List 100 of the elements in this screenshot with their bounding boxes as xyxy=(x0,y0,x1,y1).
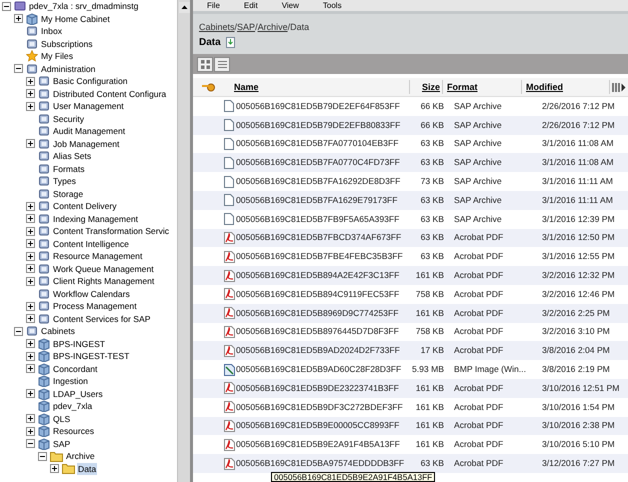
table-row[interactable]: 005056B169C81ED5B7FA16292DE8D3FF 73 KB SAP Archive 3/1/2016 11:11 AM xyxy=(193,172,628,191)
tree-item[interactable]: Work Queue Management xyxy=(52,262,155,275)
table-row[interactable]: 005056B169C81ED5B9E00005CC8993FF 161 KB Acrobat PDF 3/10/2016 2:38 PM xyxy=(193,416,628,436)
expand-toggle[interactable] xyxy=(26,102,35,111)
tree-item[interactable]: pdev_7xla xyxy=(52,400,94,412)
tree-item[interactable]: My Home Cabinet xyxy=(40,12,111,25)
file-name[interactable]: 005056B169C81ED5B9E2A91F4B5A13FF xyxy=(236,439,406,450)
expand-toggle[interactable] xyxy=(26,226,35,236)
table-row[interactable]: 005056B169C81ED5B8969D9C774253FF 161 KB Acrobat PDF 3/2/2016 2:25 PM xyxy=(193,304,628,323)
file-name[interactable]: 005056B169C81ED5B79DE2EFB80833FF xyxy=(236,120,406,131)
expand-toggle[interactable] xyxy=(26,89,35,98)
tree-item[interactable]: Formats xyxy=(52,162,86,175)
tree-item[interactable]: Audit Management xyxy=(52,125,126,138)
table-row[interactable]: 005056B169C81ED5B7FA0770104EB3FF 63 KB SAP Archive 3/1/2016 11:08 AM xyxy=(193,134,628,154)
tree-item[interactable]: LDAP_Users xyxy=(52,388,104,400)
expand-toggle[interactable] xyxy=(14,326,23,336)
tree-item[interactable]: Process Management xyxy=(52,300,138,312)
table-row[interactable]: 005056B169C81ED5B9AD2024D2F733FF 17 KB Acrobat PDF 3/8/2016 2:04 PM xyxy=(193,341,628,360)
column-header[interactable]: Modified xyxy=(526,82,563,92)
column-chooser-icon[interactable] xyxy=(612,82,626,92)
file-name[interactable]: 005056B169C81ED5B7FA0770C4FD73FF xyxy=(236,157,406,168)
breadcrumb-link[interactable]: SAP xyxy=(237,22,256,33)
column-header[interactable]: Size xyxy=(422,82,440,92)
scrollbar[interactable] xyxy=(177,0,190,482)
expand-toggle[interactable] xyxy=(26,252,35,261)
tree-item[interactable]: pdev_7xla : srv_dmadminstg xyxy=(28,0,140,12)
tree-item[interactable]: Resources xyxy=(52,425,96,438)
file-name[interactable]: 005056B169C81ED5B79DE2EF64F853FF xyxy=(236,100,406,112)
expand-toggle[interactable] xyxy=(26,414,35,424)
expand-toggle[interactable] xyxy=(26,426,35,436)
tree-item[interactable]: Cabinets xyxy=(40,325,76,338)
tree-item[interactable]: Archive xyxy=(65,450,96,462)
table-row[interactable]: 005056B169C81ED5B79DE2EF64F853FF 66 KB SAP Archive 2/26/2016 7:12 PM xyxy=(193,97,628,116)
table-row[interactable]: 005056B169C81ED5B894A2E42F3C13FF 161 KB Acrobat PDF 3/2/2016 12:32 PM xyxy=(193,266,628,285)
expand-toggle[interactable] xyxy=(26,339,35,348)
file-name[interactable]: 005056B169C81ED5B9DF3C272BDEF3FF xyxy=(236,402,406,413)
menu-item[interactable]: Edit xyxy=(244,0,258,10)
tree-item[interactable]: QLS xyxy=(52,412,72,425)
file-name[interactable]: 005056B169C81ED5B7FB9F5A65A393FF xyxy=(236,214,406,225)
tree-item[interactable]: Administration xyxy=(40,62,96,75)
file-name[interactable]: 005056B169C81ED5B7FA16292DE8D3FF xyxy=(236,176,406,188)
thumbnail-view-button[interactable] xyxy=(197,56,213,72)
file-name[interactable]: 005056B169C81ED5B894A2E42F3C13FF xyxy=(236,270,406,282)
tree-item[interactable]: My Files xyxy=(40,50,74,62)
tree-item[interactable]: Job Management xyxy=(52,138,120,150)
file-name[interactable]: 005056B169C81ED5B8976445D7D8F3FF xyxy=(236,326,406,338)
tree-item[interactable]: Storage xyxy=(52,188,84,200)
expand-toggle[interactable] xyxy=(26,389,35,398)
tree-item[interactable]: Subscriptions xyxy=(40,38,94,50)
table-row[interactable]: 005056B169C81ED5B9DF3C272BDEF3FF 161 KB Acrobat PDF 3/10/2016 1:54 PM xyxy=(193,398,628,417)
expand-toggle[interactable] xyxy=(2,2,11,11)
expand-toggle[interactable] xyxy=(26,439,35,448)
column-header[interactable]: Name xyxy=(234,82,259,92)
file-name[interactable]: 005056B169C81ED5B9E00005CC8993FF xyxy=(236,420,406,432)
tree-item[interactable]: Types xyxy=(52,175,77,188)
tree-item[interactable]: BPS-INGEST xyxy=(52,338,106,350)
table-row[interactable]: 005056B169C81ED5B894C9119FEC53FF 758 KB Acrobat PDF 3/2/2016 12:46 PM xyxy=(193,284,628,304)
tree-item[interactable]: Content Delivery xyxy=(52,200,118,212)
file-name[interactable]: 005056B169C81ED5B7FA1629E79173FF xyxy=(236,194,406,206)
table-row[interactable]: 005056B169C81ED5B7FBE4FEBC35B3FF 63 KB Acrobat PDF 3/1/2016 12:55 PM xyxy=(193,247,628,266)
expand-toggle[interactable] xyxy=(26,76,35,86)
tree-item[interactable]: Distributed Content Configura xyxy=(52,88,168,100)
breadcrumb-link[interactable]: Cabinets xyxy=(199,22,235,33)
table-row[interactable]: 005056B169C81ED5B7FA0770C4FD73FF 63 KB SAP Archive 3/1/2016 11:08 AM xyxy=(193,153,628,172)
expand-toggle[interactable] xyxy=(26,139,35,148)
table-row[interactable]: 005056B169C81ED5B9E2A91F4B5A13FF 161 KB Acrobat PDF 3/10/2016 5:10 PM xyxy=(193,435,628,454)
table-row[interactable]: 005056B169C81ED5B7FB9F5A65A393FF 63 KB SAP Archive 3/1/2016 12:39 PM xyxy=(193,210,628,229)
expand-toggle[interactable] xyxy=(26,264,35,274)
tree-item[interactable]: Content Services for SAP xyxy=(52,312,152,325)
tree-item[interactable]: Indexing Management xyxy=(52,212,140,225)
tree-item[interactable]: User Management xyxy=(52,100,125,112)
tree-item[interactable]: Ingestion xyxy=(52,375,89,388)
scroll-up-icon[interactable] xyxy=(178,2,190,13)
expand-toggle[interactable] xyxy=(14,14,23,24)
tree-item[interactable]: Data xyxy=(77,462,98,475)
tree-item[interactable]: SAP xyxy=(52,438,72,450)
table-row[interactable]: 005056B169C81ED5B9DE23223741B3FF 161 KB Acrobat PDF 3/10/2016 12:51 PM xyxy=(193,378,628,398)
file-name[interactable]: 005056B169C81ED5B9AD60C28F28D3FF xyxy=(236,364,406,376)
tree-item[interactable]: Inbox xyxy=(40,25,64,38)
table-row[interactable]: 005056B169C81ED5B7FBCD374AF673FF 63 KB Acrobat PDF 3/1/2016 12:50 PM xyxy=(193,228,628,248)
column-header[interactable]: Format xyxy=(447,82,478,92)
file-name[interactable]: 005056B169C81ED5B7FA0770104EB3FF xyxy=(236,138,406,150)
expand-toggle[interactable] xyxy=(50,464,59,474)
table-row[interactable]: 005056B169C81ED5B7FA1629E79173FF 63 KB SAP Archive 3/1/2016 11:11 AM xyxy=(193,190,628,210)
breadcrumb-link[interactable]: Archive xyxy=(258,22,288,33)
expand-toggle[interactable] xyxy=(26,352,35,361)
file-name[interactable]: 005056B169C81ED5B7FBE4FEBC35B3FF xyxy=(236,251,406,262)
file-name[interactable]: 005056B169C81ED5B8969D9C774253FF xyxy=(236,308,406,319)
table-row[interactable]: 005056B169C81ED5B9AD60C28F28D3FF 5.93 MB BMP Image (Win... 3/8/2016 2:19 PM xyxy=(193,360,628,379)
expand-toggle[interactable] xyxy=(38,452,47,461)
expand-toggle[interactable] xyxy=(26,302,35,311)
file-name[interactable]: 005056B169C81ED5B9AD2024D2F733FF xyxy=(236,345,406,356)
expand-toggle[interactable] xyxy=(26,276,35,286)
file-name[interactable]: 005056B169C81ED5B7FBCD374AF673FF xyxy=(236,232,406,244)
file-name[interactable]: 005056B169C81ED5B894C9119FEC53FF xyxy=(236,288,406,300)
tree-item[interactable]: Concordant xyxy=(52,362,98,375)
menu-item[interactable]: View xyxy=(282,0,299,10)
expand-toggle[interactable] xyxy=(26,314,35,324)
tree-item[interactable]: Workflow Calendars xyxy=(52,288,131,300)
list-view-button[interactable] xyxy=(214,56,230,72)
